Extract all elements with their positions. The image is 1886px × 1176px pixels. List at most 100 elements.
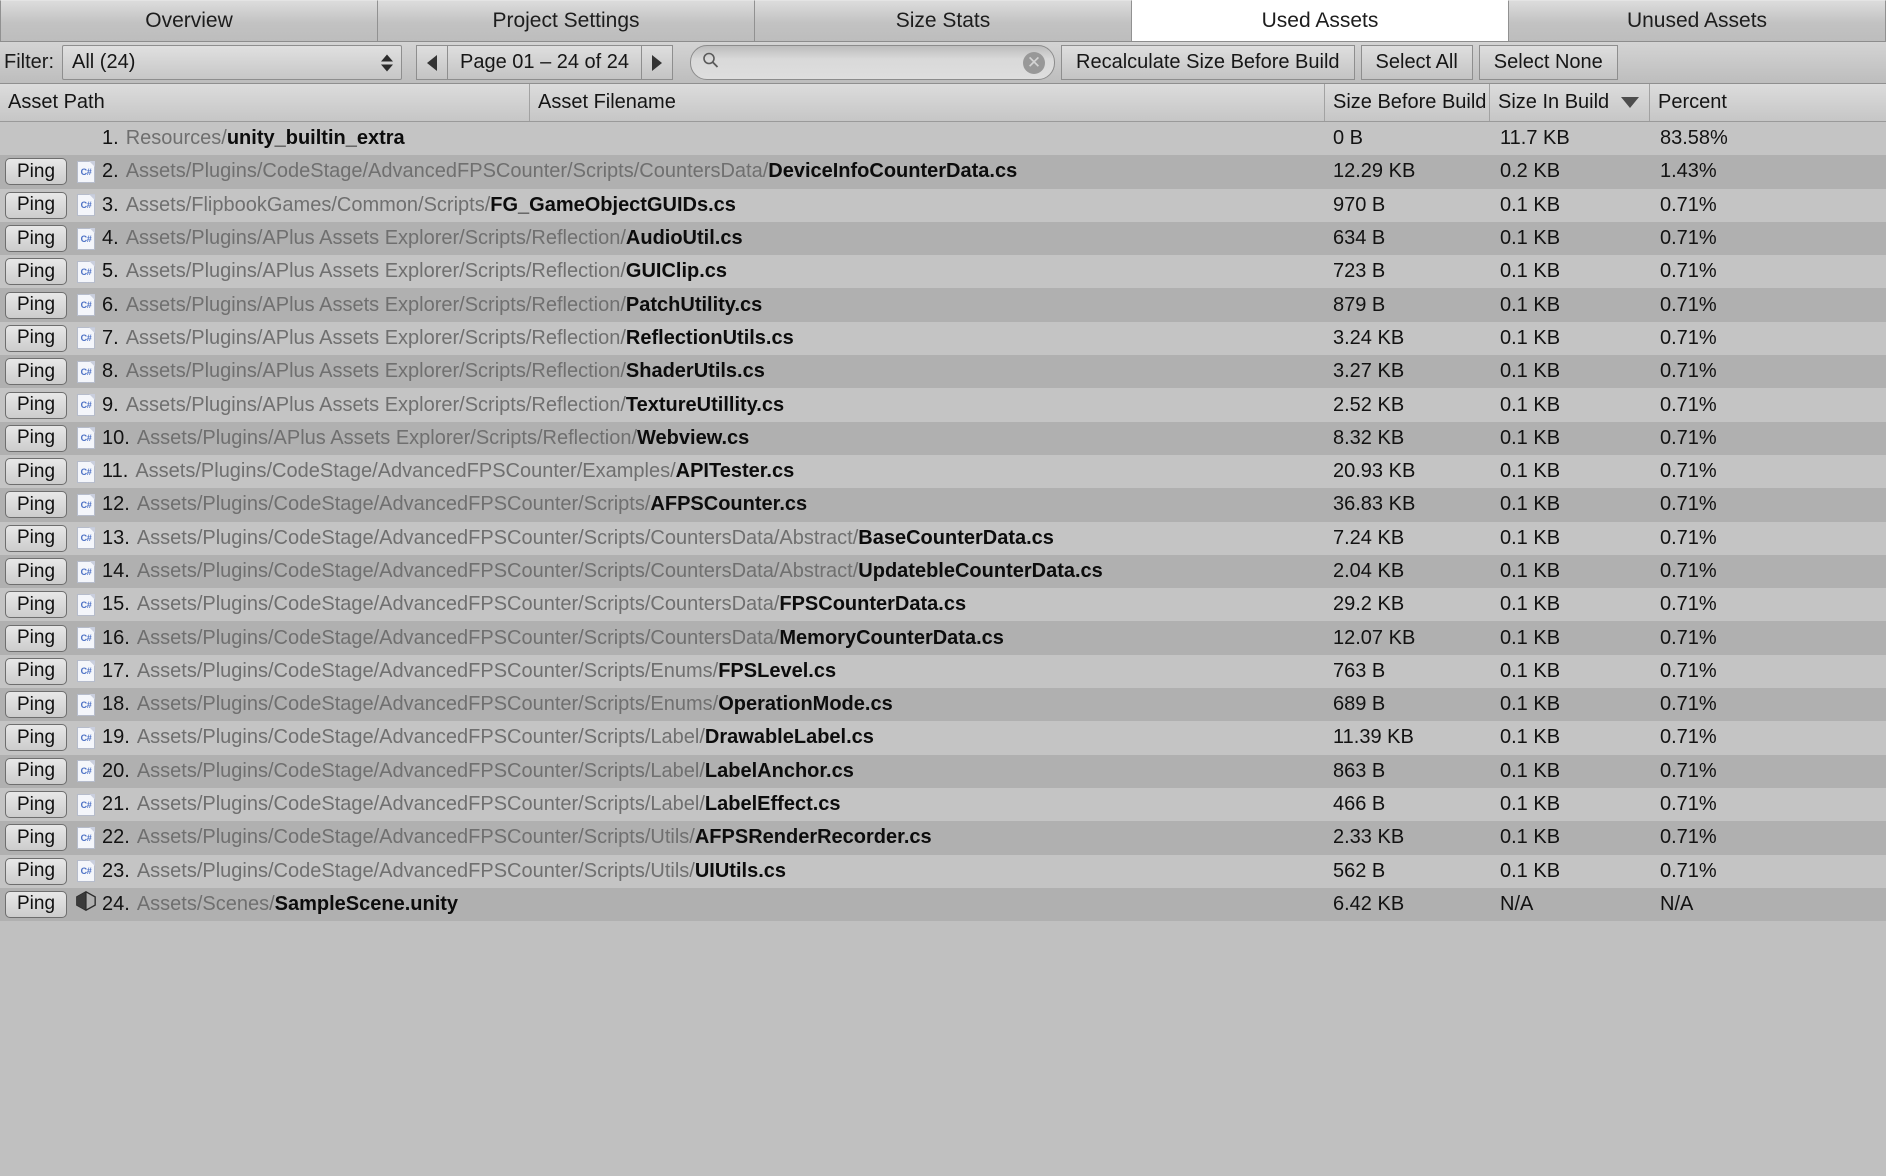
- asset-directory: Assets/Plugins/CodeStage/AdvancedFPSCoun…: [136, 659, 719, 682]
- column-header-size-before-build[interactable]: Size Before Build: [1325, 84, 1490, 121]
- ping-button[interactable]: Ping: [5, 624, 67, 652]
- column-header-asset-filename[interactable]: Asset Filename: [530, 84, 1325, 121]
- search-field[interactable]: ✕: [690, 45, 1056, 80]
- table-row[interactable]: 1. Resources/unity_builtin_extra: [0, 122, 1886, 156]
- table-row[interactable]: Ping C# 14. Assets/Plugins/CodeStage/Advanc…: [0, 554, 1886, 589]
- table-row[interactable]: Ping 24. Assets/Scenes/SampleScene.unity: [0, 887, 1886, 922]
- table-row[interactable]: Ping C# 23. Assets/Plugins/CodeStage/Advanc…: [0, 854, 1886, 888]
- ping-cell: Ping: [0, 391, 72, 419]
- ping-button[interactable]: Ping: [5, 358, 67, 386]
- table-row[interactable]: Ping C# 8. Assets/Plugins/APlus Assets Expl…: [0, 355, 1886, 389]
- ping-button[interactable]: Ping: [5, 158, 67, 186]
- asset-path-cell: 11. Assets/Plugins/CodeStage/AdvancedFPSC…: [100, 460, 794, 483]
- filter-dropdown-value: All (24): [72, 51, 136, 73]
- row-index: 7.: [102, 326, 119, 349]
- size-in-build-value: 0.1 KB: [1500, 793, 1561, 816]
- table-row[interactable]: Ping C# 15. Assets/Plugins/CodeStage/Advanc…: [0, 588, 1886, 622]
- percent-value: 0.71%: [1660, 826, 1717, 849]
- table-row[interactable]: Ping C# 20. Assets/Plugins/CodeStage/Advanc…: [0, 754, 1886, 788]
- ping-button[interactable]: Ping: [5, 191, 67, 219]
- asset-filename: DrawableLabel.cs: [704, 726, 874, 749]
- table-row[interactable]: Ping C# 21. Assets/Plugins/CodeStage/Advanc…: [0, 787, 1886, 822]
- ping-button[interactable]: Ping: [5, 824, 67, 852]
- table-row[interactable]: Ping C# 10. Assets/Plugins/APlus Assets Exp…: [0, 421, 1886, 455]
- table-row[interactable]: Ping C# 2. Assets/Plugins/CodeStage/Advance…: [0, 155, 1886, 189]
- table-row[interactable]: Ping C# 9. Assets/Plugins/APlus Assets Expl…: [0, 388, 1886, 422]
- table-row[interactable]: Ping C# 7. Assets/Plugins/APlus Assets Expl…: [0, 321, 1886, 356]
- table-row[interactable]: Ping C# 4. Assets/Plugins/APlus Assets Expl…: [0, 221, 1886, 256]
- asset-type-icon-cell: C#: [72, 427, 100, 450]
- ping-button[interactable]: Ping: [5, 524, 67, 552]
- asset-filename: DeviceInfoCounterData.cs: [768, 160, 1018, 183]
- table-row[interactable]: Ping C# 13. Assets/Plugins/CodeStage/Advanc…: [0, 521, 1886, 555]
- table-row[interactable]: Ping C# 11. Assets/Plugins/CodeStage/Advanc…: [0, 454, 1886, 489]
- size-in-build-value: 0.1 KB: [1500, 460, 1561, 483]
- size-in-build-value: 0.1 KB: [1500, 826, 1561, 849]
- asset-type-icon-cell: C#: [72, 860, 100, 883]
- column-header-asset-path[interactable]: Asset Path: [0, 84, 530, 121]
- row-index: 18.: [102, 693, 130, 716]
- tab-overview[interactable]: Overview: [0, 0, 378, 41]
- table-row[interactable]: Ping C# 5. Assets/Plugins/APlus Assets Expl…: [0, 255, 1886, 289]
- size-in-build-value: 0.1 KB: [1500, 859, 1561, 882]
- asset-path-cell: 1. Resources/unity_builtin_extra: [100, 127, 405, 150]
- tab-label: Used Assets: [1261, 9, 1379, 32]
- select-all-button[interactable]: Select All: [1360, 45, 1473, 80]
- table-row[interactable]: Ping C# 18. Assets/Plugins/CodeStage/Advanc…: [0, 688, 1886, 722]
- table-row[interactable]: Ping C# 16. Assets/Plugins/CodeStage/Advanc…: [0, 621, 1886, 655]
- ping-cell: Ping: [0, 558, 72, 585]
- ping-button[interactable]: Ping: [5, 291, 67, 319]
- ping-cell: Ping: [0, 724, 72, 752]
- ping-button[interactable]: Ping: [5, 757, 67, 785]
- recalculate-size-button[interactable]: Recalculate Size Before Build: [1061, 45, 1355, 80]
- row-index: 19.: [102, 726, 130, 749]
- ping-button[interactable]: Ping: [5, 558, 67, 585]
- select-none-button[interactable]: Select None: [1478, 45, 1618, 80]
- ping-button[interactable]: Ping: [5, 657, 67, 685]
- prev-page-button[interactable]: [416, 45, 448, 80]
- asset-type-icon-cell: C#: [72, 194, 100, 217]
- clear-icon[interactable]: ✕: [1023, 51, 1046, 74]
- filter-label: Filter:: [4, 51, 54, 73]
- ping-button[interactable]: Ping: [5, 691, 67, 719]
- table-row[interactable]: Ping C# 3. Assets/FlipbookGames/Common/Scri…: [0, 188, 1886, 222]
- filter-dropdown[interactable]: All (24): [62, 45, 402, 80]
- asset-directory: Assets/FlipbookGames/Common/Scripts/: [125, 193, 491, 216]
- asset-path-cell: 22. Assets/Plugins/CodeStage/AdvancedFPSC…: [100, 826, 932, 849]
- size-before-build-value: 723 B: [1333, 260, 1386, 283]
- ping-button[interactable]: Ping: [5, 258, 67, 286]
- ping-button[interactable]: Ping: [5, 458, 67, 486]
- tab-size-stats[interactable]: Size Stats: [755, 0, 1132, 41]
- asset-type-icon-cell: C#: [72, 260, 100, 283]
- ping-button[interactable]: Ping: [5, 391, 67, 419]
- ping-button[interactable]: Ping: [5, 591, 67, 619]
- ping-button[interactable]: Ping: [5, 491, 67, 519]
- asset-directory: Assets/Plugins/CodeStage/AdvancedFPSCoun…: [136, 626, 780, 649]
- asset-path-cell: 15. Assets/Plugins/CodeStage/AdvancedFPSC…: [100, 593, 966, 616]
- csharp-script-icon: C#: [77, 260, 95, 283]
- tab-used-assets[interactable]: Used Assets: [1132, 0, 1509, 41]
- csharp-script-icon: C#: [77, 427, 95, 450]
- asset-filename: AFPSRenderRecorder.cs: [694, 826, 932, 849]
- table-row[interactable]: Ping C# 22. Assets/Plugins/CodeStage/Advanc…: [0, 821, 1886, 855]
- table-row[interactable]: Ping C# 6. Assets/Plugins/APlus Assets Expl…: [0, 288, 1886, 322]
- ping-button[interactable]: Ping: [5, 724, 67, 752]
- row-index: 2.: [102, 160, 119, 183]
- asset-directory: Assets/Plugins/CodeStage/AdvancedFPSCoun…: [136, 826, 695, 849]
- ping-button[interactable]: Ping: [5, 324, 67, 352]
- column-header-percent[interactable]: Percent: [1650, 84, 1886, 121]
- ping-button[interactable]: Ping: [5, 890, 67, 918]
- row-index: 15.: [102, 593, 130, 616]
- table-row[interactable]: Ping C# 19. Assets/Plugins/CodeStage/Advanc…: [0, 721, 1886, 755]
- tab-project-settings[interactable]: Project Settings: [378, 0, 755, 41]
- table-row[interactable]: Ping C# 17. Assets/Plugins/CodeStage/Advanc…: [0, 654, 1886, 689]
- ping-button[interactable]: Ping: [5, 225, 67, 253]
- column-header-size-in-build[interactable]: Size In Build: [1490, 84, 1650, 121]
- ping-button[interactable]: Ping: [5, 424, 67, 452]
- ping-button[interactable]: Ping: [5, 857, 67, 885]
- asset-path-cell: 4. Assets/Plugins/APlus Assets Explorer/S…: [100, 227, 743, 250]
- table-row[interactable]: Ping C# 12. Assets/Plugins/CodeStage/Advanc…: [0, 488, 1886, 522]
- next-page-button[interactable]: [641, 45, 674, 80]
- tab-unused-assets[interactable]: Unused Assets: [1509, 0, 1886, 41]
- ping-button[interactable]: Ping: [5, 791, 67, 819]
